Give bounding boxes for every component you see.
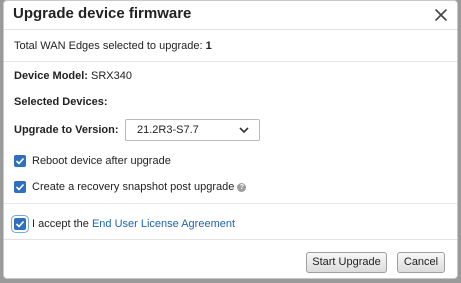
eula-link[interactable]: End User License Agreement [92, 218, 235, 230]
close-button[interactable] [433, 7, 449, 23]
dialog-footer: Start Upgrade Cancel [4, 239, 457, 278]
wan-edges-summary-label: Total WAN Edges selected to upgrade: [14, 40, 206, 52]
divider [4, 203, 457, 204]
reboot-label: Reboot device after upgrade [32, 155, 171, 167]
cancel-button[interactable]: Cancel [397, 252, 445, 273]
device-model: Device Model: SRX340 [14, 70, 132, 82]
eula-checkbox[interactable] [14, 218, 26, 230]
check-icon [15, 183, 25, 191]
chevron-down-icon [239, 127, 249, 134]
close-icon [435, 9, 447, 21]
device-model-label: Device Model: [14, 70, 88, 82]
snapshot-label: Create a recovery snapshot post upgrade [32, 181, 235, 193]
upgrade-firmware-dialog: Upgrade device firmware Total WAN Edges … [3, 0, 458, 279]
eula-option: I accept the End User License Agreement [32, 218, 235, 230]
dialog-header: Upgrade device firmware [4, 1, 457, 30]
eula-prefix: I accept the [32, 218, 92, 230]
snapshot-option: Create a recovery snapshot post upgrade? [32, 181, 247, 193]
wan-edges-summary: Total WAN Edges selected to upgrade: 1 [14, 40, 212, 52]
version-select[interactable]: 21.2R3-S7.7 [125, 119, 260, 141]
wan-edges-count: 1 [205, 40, 212, 52]
selected-devices-label: Selected Devices: [14, 96, 108, 108]
reboot-checkbox[interactable] [14, 155, 26, 167]
check-icon [15, 157, 25, 165]
divider [4, 61, 457, 62]
start-upgrade-button[interactable]: Start Upgrade [306, 252, 387, 273]
device-model-value: SRX340 [87, 70, 132, 82]
upgrade-version-label: Upgrade to Version: [14, 124, 119, 136]
help-icon[interactable]: ? [237, 183, 247, 192]
version-select-value: 21.2R3-S7.7 [137, 124, 199, 136]
dialog-title: Upgrade device firmware [13, 5, 192, 22]
check-icon [15, 220, 25, 228]
snapshot-checkbox[interactable] [14, 181, 26, 193]
